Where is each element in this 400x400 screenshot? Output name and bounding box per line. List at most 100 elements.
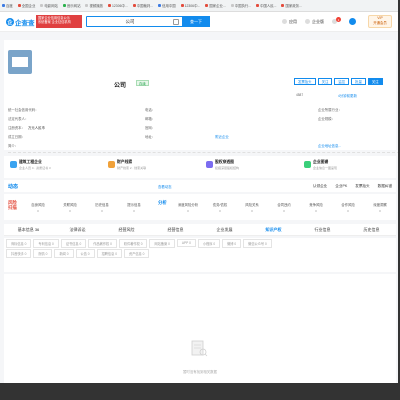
- vip-button[interactable]: VIP 开通会员: [368, 15, 392, 28]
- feature-card[interactable]: 建筑工程企业 企业人员 4 · 资质证书 3: [4, 156, 102, 178]
- bookmark-item[interactable]: 全国企业: [17, 3, 35, 8]
- company-action-button[interactable]: 批量: [351, 78, 366, 85]
- status-badge: 存续: [136, 80, 149, 86]
- subtab-item[interactable]: 舆情 0: [33, 248, 53, 258]
- feature-card[interactable]: 股权穿透图 挖掘深层股权结构: [200, 156, 298, 178]
- search-input[interactable]: 公司: [87, 19, 173, 25]
- bookmark-item[interactable]: 中国执行...: [230, 3, 252, 8]
- tab-item[interactable]: 基本信息 36: [4, 227, 53, 233]
- analysis-cell-name: 竞争风险: [309, 202, 323, 207]
- bookmark-label: 中国人民...: [260, 4, 277, 8]
- more-link[interactable]: 企业地址信息...: [318, 143, 341, 148]
- feature-text: 财产线索 财产线索 2 · 线索关联: [117, 160, 146, 170]
- bookmark-item[interactable]: 信用中国: [158, 3, 176, 8]
- subtab-item[interactable]: 微信公众号 0: [243, 238, 272, 248]
- subtab-item[interactable]: 专利信息 0: [33, 238, 59, 248]
- subtab-item[interactable]: 作品著作权 0: [88, 238, 117, 248]
- analysis-cell[interactable]: 深度风险分析 0: [172, 202, 204, 213]
- promo-banner[interactable]: 国家企业信用信息公示 系统备案 企业征信机构: [36, 15, 82, 28]
- tab-item[interactable]: 法律诉讼: [53, 227, 102, 233]
- bookmark-label: 中国执行...: [234, 4, 252, 8]
- nav-messages[interactable]: 1: [332, 17, 341, 24]
- bookmark-label: 电影网站: [44, 4, 58, 8]
- risk-cell[interactable]: 关联风险 0: [54, 202, 86, 213]
- analysis-cell[interactable]: 合作风险 0: [332, 202, 364, 213]
- bookmark-label: 百度: [6, 4, 13, 8]
- address-row: 地址： 附近企业: [145, 134, 229, 139]
- bookmark-item[interactable]: 百度: [2, 3, 13, 8]
- nav-app[interactable]: 应用: [282, 19, 297, 25]
- subtab-item[interactable]: 商标信息 0: [6, 238, 32, 248]
- subtab-item[interactable]: 微博 0: [222, 238, 242, 248]
- analysis-cell[interactable]: 合同违约 0: [268, 202, 300, 213]
- legal-row: 法定代表人：: [8, 116, 28, 121]
- bookmark-label: 国家政务...: [285, 4, 302, 8]
- tab-item[interactable]: 经营风险: [102, 227, 151, 233]
- risk-cell[interactable]: 自身风险 0: [22, 202, 54, 213]
- analysis-cell-name: 风险关系: [245, 202, 259, 207]
- empty-panel: [4, 274, 396, 383]
- site-logo[interactable]: 企 企查查: [6, 16, 35, 28]
- risk-panel: 风险扫描 自身风险 0 关联风险 0 历史信息 0 提示信息 0 分析 深度风险分析 0 债务/债权 0 风…: [4, 194, 396, 220]
- promo-line-2: 系统备案 企业征信机构: [38, 20, 71, 25]
- nearby-link[interactable]: 附近企业: [215, 135, 229, 139]
- subtab-item[interactable]: APP 0: [176, 239, 196, 247]
- dynamics-action-button[interactable]: 数据纠错: [378, 184, 392, 189]
- camera-icon[interactable]: [173, 18, 179, 25]
- risk-cell-name: 关联风险: [63, 202, 77, 207]
- company-logo: [8, 50, 32, 74]
- subtab-item[interactable]: 公告 0: [75, 248, 95, 258]
- company-action-button[interactable]: 监控: [334, 78, 350, 85]
- dynamics-action-button[interactable]: 发票抬头: [355, 184, 369, 189]
- analysis-cell[interactable]: 债务/债权 0: [204, 202, 236, 213]
- legal-label: 法定代表人：: [8, 117, 29, 121]
- address-label: 地址：: [145, 135, 156, 139]
- bookmark-item[interactable]: 中国裁判...: [132, 3, 153, 8]
- subtab-item[interactable]: 招聘信息 0: [96, 248, 122, 258]
- bookmark-favicon-icon: [281, 4, 285, 7]
- nav-enterprise[interactable]: 企业版: [305, 19, 324, 25]
- tab-item[interactable]: 企业发展: [200, 227, 249, 233]
- bookmark-item[interactable]: 中国人民...: [256, 3, 276, 8]
- bookmark-item[interactable]: 国家政务...: [281, 3, 302, 8]
- subtab-item[interactable]: 抖音快手 0: [6, 248, 32, 258]
- bookmark-item[interactable]: 电影网站: [40, 3, 58, 8]
- dynamics-action-button[interactable]: 企业PK: [335, 184, 347, 189]
- bookmark-favicon-icon: [108, 4, 112, 7]
- analysis-cell[interactable]: 深度洞察 0: [364, 202, 396, 213]
- bookmark-item[interactable]: 12306中...: [180, 3, 200, 8]
- subtab-item[interactable]: 资产信息 0: [123, 248, 150, 258]
- search-button[interactable]: 查一下: [182, 16, 210, 27]
- subtab-panel: 商标信息 0 专利信息 0 证书信息 0 作品著作权 0 软件著作权 0 网站备案 0 AP…: [4, 238, 396, 272]
- nav-avatar[interactable]: [349, 18, 358, 25]
- analysis-cell[interactable]: 竞争风险 0: [300, 202, 332, 213]
- dynamics-link[interactable]: 查看动态: [158, 184, 172, 189]
- analysis-cell[interactable]: 风险关系 0: [236, 202, 268, 213]
- website-row: 官网：: [145, 125, 155, 130]
- subtab-item[interactable]: 新闻 0: [54, 248, 74, 258]
- company-action-button[interactable]: 关注: [317, 78, 333, 85]
- bookmark-item[interactable]: 国家企业...: [205, 3, 226, 8]
- feature-card[interactable]: 企业图谱 企业信息一图呈现: [298, 156, 396, 178]
- tab-item[interactable]: 知识产权: [249, 227, 298, 233]
- established-label: 成立日期：: [8, 135, 25, 139]
- bookmark-item[interactable]: 视频播放: [85, 3, 103, 8]
- bookmark-item[interactable]: 12306中...: [108, 3, 128, 8]
- bookmark-item[interactable]: 音乐网站: [62, 3, 80, 8]
- company-action-button[interactable]: 发票抬头: [294, 78, 316, 85]
- subtab-item[interactable]: 网站备案 0: [149, 238, 175, 248]
- subtab-item[interactable]: 小程序 0: [197, 238, 221, 248]
- subtab-item[interactable]: 证书信息 0: [60, 238, 87, 248]
- risk-cell[interactable]: 提示信息 0: [118, 202, 150, 213]
- tab-item[interactable]: 行业信息: [298, 227, 347, 233]
- company-action-button[interactable]: 关注: [367, 78, 383, 85]
- update-time[interactable]: 4分钟前更新: [338, 93, 357, 98]
- risk-cell-count: 0: [133, 208, 135, 213]
- tab-item[interactable]: 经营信息: [151, 227, 200, 233]
- tab-item[interactable]: 历史信息: [347, 227, 396, 233]
- dynamics-action-button[interactable]: 认领企业: [313, 184, 327, 189]
- risk-cell[interactable]: 历史信息 0: [86, 202, 118, 213]
- risk-cell-count: 0: [37, 208, 39, 213]
- feature-card[interactable]: 财产线索 财产线索 2 · 线索关联: [102, 156, 200, 178]
- subtab-item[interactable]: 软件著作权 0: [118, 238, 148, 248]
